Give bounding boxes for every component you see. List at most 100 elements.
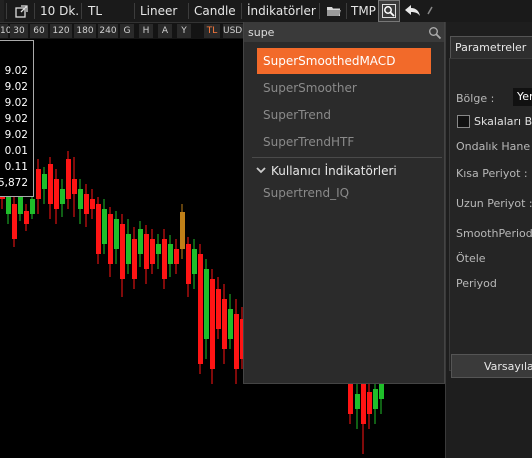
short-period-label: Kısa Periyot : <box>456 167 528 180</box>
indicator-item-supertrendhtf[interactable]: SuperTrendHTF <box>257 129 431 155</box>
candle <box>361 384 366 424</box>
price-chart-bottom[interactable] <box>245 384 445 458</box>
smooth-period-label: SmoothPeriod <box>456 227 532 240</box>
parameters-panel: Parametreler Bölge : Yeni Skalaları Bi O… <box>445 22 532 458</box>
candle <box>102 209 107 244</box>
period-60[interactable]: 60 <box>30 24 48 38</box>
period-30[interactable]: 30 <box>10 24 28 38</box>
candle <box>180 212 185 249</box>
candle <box>228 309 233 339</box>
candle <box>96 204 101 254</box>
toolbar-edge <box>0 0 4 22</box>
candle <box>222 299 227 349</box>
period-bar: 10 30 60 120 180 240 G H A Y TL USD <box>0 23 245 39</box>
external-link-icon[interactable] <box>12 0 30 22</box>
candle <box>90 199 95 209</box>
candle <box>132 239 137 279</box>
indicator-dropdown: SuperSmoothedMACD SuperSmoother SuperTre… <box>243 22 445 384</box>
candle <box>108 214 113 264</box>
indicator-item-supertrend[interactable]: SuperTrend <box>257 102 431 128</box>
long-period-label: Uzun Periyot : <box>456 197 532 210</box>
period-month[interactable]: A <box>158 24 172 38</box>
value-row: 9.02 <box>4 113 28 125</box>
candle <box>162 239 167 279</box>
candle <box>84 194 89 214</box>
candle <box>174 249 179 264</box>
search-icon[interactable] <box>428 25 442 40</box>
candle <box>198 254 203 364</box>
region-label: Bölge : <box>456 92 495 105</box>
candle <box>367 392 372 414</box>
indicators-button[interactable]: İndikatörler <box>247 0 316 22</box>
value-row: 9.02 <box>4 97 28 109</box>
indicator-item-supertrend-iq[interactable]: Supertrend_IQ <box>257 180 431 206</box>
candle <box>36 169 41 199</box>
indicator-item-supersmoother[interactable]: SuperSmoother <box>257 75 431 101</box>
chart-type-selector[interactable]: Candle <box>194 0 236 22</box>
candle <box>126 234 131 264</box>
currency-usd[interactable]: USD <box>223 24 245 38</box>
period-240[interactable]: 240 <box>98 24 118 38</box>
candle <box>210 279 215 369</box>
price-chart[interactable] <box>0 39 245 458</box>
candle <box>24 211 29 224</box>
candle <box>234 314 239 369</box>
value-row: 5,872 <box>0 177 28 189</box>
period-10[interactable]: 10 <box>0 24 11 38</box>
decimal-label: Ondalık Hane S <box>456 140 532 153</box>
period-180[interactable]: 180 <box>74 24 96 38</box>
candle <box>60 189 65 204</box>
pen-icon[interactable] <box>424 0 436 22</box>
candle <box>373 389 378 409</box>
candle <box>138 229 143 254</box>
candle <box>186 244 191 284</box>
candle <box>78 189 83 209</box>
shift-label: Ötele <box>456 252 486 265</box>
tmp-button[interactable]: TMP <box>351 0 376 22</box>
candle <box>120 224 125 279</box>
undo-icon[interactable] <box>401 0 423 22</box>
candles-layer-bottom <box>348 384 384 454</box>
value-row: 0.01 <box>4 145 28 157</box>
candle <box>204 269 209 339</box>
period-selector[interactable]: 10 Dk. <box>40 0 79 22</box>
candle <box>192 249 197 274</box>
separate-scale-checkbox[interactable] <box>457 115 470 128</box>
default-button[interactable]: Varsayılan <box>451 354 532 378</box>
separate-scale-label: Skalaları Bi <box>474 115 532 128</box>
value-row: 9.02 <box>4 65 28 77</box>
candle <box>168 244 173 264</box>
candle <box>379 384 384 399</box>
candle <box>66 159 71 199</box>
candle <box>144 234 149 269</box>
candle <box>12 204 17 239</box>
parameters-body: Bölge : Yeni Skalaları Bi Ondalık Hane S… <box>449 58 532 371</box>
indicator-item-supersmoothedmacd[interactable]: SuperSmoothedMACD <box>257 48 431 74</box>
candles-layer <box>0 151 245 384</box>
value-readout: 9.02 9.02 9.02 9.02 9.02 0.01 0.11 5,872 <box>0 40 34 197</box>
currency-selector[interactable]: TL <box>88 0 102 22</box>
currency-tl[interactable]: TL <box>204 24 220 38</box>
value-row: 9.02 <box>4 129 28 141</box>
period-120[interactable]: 120 <box>50 24 72 38</box>
value-row: 0.11 <box>4 161 28 173</box>
value-row: 9.02 <box>4 81 28 93</box>
folder-icon[interactable] <box>323 0 343 22</box>
search-icon[interactable] <box>378 0 400 22</box>
toolbar: 10 Dk. TL Lineer Candle İndikatörler TMP <box>0 0 532 23</box>
scale-selector[interactable]: Lineer <box>140 0 177 22</box>
period-week[interactable]: H <box>139 24 153 38</box>
candle <box>114 219 119 249</box>
region-select[interactable]: Yeni <box>513 88 532 106</box>
candle <box>48 164 53 204</box>
period-label: Periyod <box>456 277 497 290</box>
period-day[interactable]: G <box>120 24 134 38</box>
candle <box>72 179 77 194</box>
candle <box>30 199 35 214</box>
candle <box>156 244 161 254</box>
candle <box>348 384 353 414</box>
period-year[interactable]: Y <box>177 24 191 38</box>
candle <box>216 289 221 329</box>
tab-parameters[interactable]: Parametreler <box>450 36 532 58</box>
indicator-search-input[interactable] <box>244 22 444 42</box>
